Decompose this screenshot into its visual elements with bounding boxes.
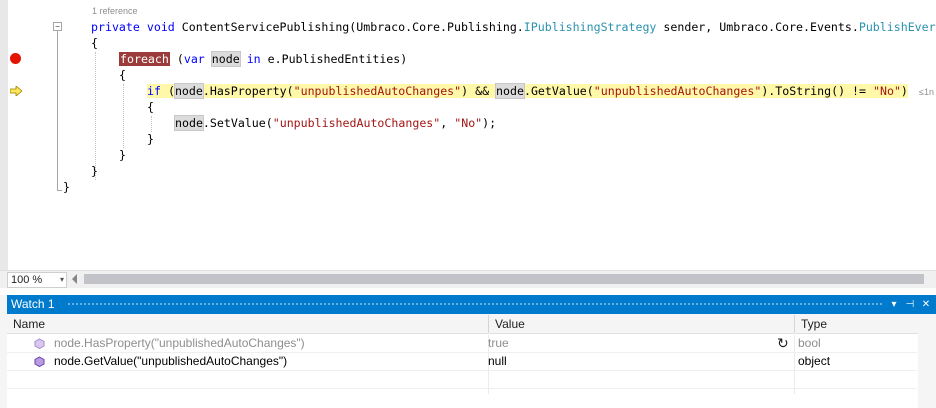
code-line-brace[interactable]: {	[119, 67, 126, 83]
column-header-label: Name	[13, 317, 46, 331]
keyword: void	[146, 20, 175, 34]
code-text: sender, Umbraco.Core.Events.	[656, 20, 859, 34]
breakpoint-icon[interactable]	[10, 53, 21, 64]
code-text: ) &&	[461, 84, 497, 98]
code-text: (	[160, 84, 175, 98]
code-text: ContentServicePublishing(Umbraco.Core.Pu…	[174, 20, 524, 34]
code-line-foreach[interactable]: foreach (var node in e.PublishedEntities…	[119, 51, 407, 67]
zoom-dropdown[interactable]: 100 % ▾	[7, 272, 67, 288]
watch-name[interactable]: node.HasProperty("unpublishedAutoChanges…	[54, 335, 305, 352]
code-text: .GetValue(	[523, 84, 594, 98]
zoom-value: 100 %	[11, 274, 43, 286]
code-text: e.PublishedEntities)	[260, 52, 408, 66]
string-literal: "No"	[873, 84, 901, 98]
watch-row[interactable]: node.HasProperty("unpublishedAutoChanges…	[7, 335, 917, 353]
watch-title-bar[interactable]: Watch 1 ▾ ⊣ ✕	[7, 295, 936, 314]
code-editor[interactable]: − 1 reference private void ContentServic…	[0, 0, 936, 270]
code-line-brace[interactable]: }	[63, 179, 70, 195]
watch-item-icon	[34, 356, 45, 367]
string-literal: "unpublishedAutoChanges"	[272, 116, 441, 130]
string-literal: "unpublishedAutoChanges"	[593, 84, 762, 98]
keyword: private	[91, 20, 140, 34]
code-line-setvalue[interactable]: node.SetValue("unpublishedAutoChanges", …	[174, 115, 497, 131]
code-text: .HasProperty(	[202, 84, 294, 98]
reference-highlight: node	[495, 83, 525, 99]
column-header-name[interactable]: Name	[7, 315, 488, 334]
code-text: )	[900, 84, 908, 98]
breakpoint-highlight: foreach	[119, 52, 170, 66]
code-text: ,	[440, 116, 455, 130]
outline-end	[57, 190, 62, 191]
vertical-scrollbar[interactable]	[918, 315, 936, 408]
indicator-margin[interactable]	[0, 0, 8, 270]
horizontal-scrollbar-thumb[interactable]	[84, 274, 924, 284]
reference-highlight: node	[173, 83, 204, 99]
code-line-brace[interactable]: }	[147, 131, 154, 147]
watch-item-icon	[34, 338, 45, 349]
watch-row[interactable]: node.GetValue("unpublishedAutoChanges") …	[7, 353, 917, 371]
keyword: if	[147, 84, 161, 98]
code-text: ).ToString() !=	[761, 84, 873, 98]
code-text: );	[482, 116, 497, 130]
type-name: PublishEver	[858, 20, 936, 34]
indent-guide	[95, 52, 96, 180]
column-header-type[interactable]: Type	[795, 315, 918, 334]
scroll-left-icon[interactable]	[72, 274, 77, 284]
editor-status-bar: 100 % ▾	[0, 270, 936, 288]
current-statement-arrow-icon	[10, 86, 22, 96]
code-line-brace[interactable]: {	[147, 99, 154, 115]
watch-window: Watch 1 ▾ ⊣ ✕ Name Value Type node.HasPr…	[0, 295, 936, 408]
code-text: (	[169, 52, 184, 66]
watch-name[interactable]: node.GetValue("unpublishedAutoChanges")	[54, 353, 287, 370]
code-line-brace[interactable]: {	[91, 35, 98, 51]
watch-type: object	[798, 354, 831, 368]
watch-title: Watch 1	[11, 297, 55, 311]
code-line-brace[interactable]: }	[119, 147, 126, 163]
pin-icon[interactable]: ⊣	[903, 295, 917, 314]
watch-add-row[interactable]	[7, 371, 917, 389]
reference-highlight: node	[174, 115, 204, 131]
current-statement-highlight: if (node.HasProperty("unpublishedAutoCha…	[147, 83, 908, 99]
watch-grid[interactable]: Name Value Type node.HasProperty("unpubl…	[7, 315, 936, 408]
chevron-down-icon: ▾	[59, 275, 64, 284]
code-line-method-signature[interactable]: private void ContentServicePublishing(Um…	[91, 19, 936, 35]
watch-value[interactable]: null	[488, 353, 507, 370]
column-header-value[interactable]: Value	[489, 315, 794, 334]
string-literal: "unpublishedAutoChanges"	[293, 84, 462, 98]
type-name: IPublishingStrategy	[523, 20, 657, 34]
perf-tip[interactable]: ≤1n	[919, 87, 934, 97]
refresh-icon[interactable]: ↻	[777, 335, 789, 352]
collapse-icon[interactable]: −	[53, 22, 62, 31]
title-grip	[67, 302, 882, 307]
column-header-label: Value	[495, 317, 525, 331]
close-icon[interactable]: ✕	[919, 295, 933, 314]
indent-guide	[151, 116, 152, 132]
codelens-references[interactable]: 1 reference	[92, 6, 138, 16]
column-header-label: Type	[801, 317, 828, 331]
keyword: in	[246, 52, 261, 66]
reference-highlight: node	[210, 51, 241, 67]
outline-line	[57, 31, 58, 191]
watch-type: bool	[798, 336, 821, 350]
watch-value[interactable]: true	[488, 335, 509, 352]
code-line-brace[interactable]: }	[91, 163, 98, 179]
keyword: var	[183, 52, 205, 66]
string-literal: "No"	[454, 116, 483, 130]
indent-guide	[123, 84, 124, 148]
code-text: .SetValue(	[202, 116, 273, 130]
code-line-if-current[interactable]: if (node.HasProperty("unpublishedAutoCha…	[147, 83, 908, 99]
window-menu-icon[interactable]: ▾	[887, 295, 901, 314]
